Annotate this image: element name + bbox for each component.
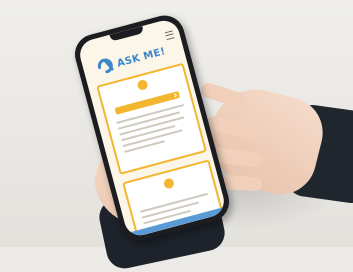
card-text-lines	[116, 103, 193, 157]
circle-icon	[162, 177, 176, 190]
circle-icon	[136, 78, 149, 92]
hamburger-menu-icon[interactable]	[164, 30, 175, 41]
logo-mark-icon	[97, 58, 114, 74]
content-card[interactable]	[96, 62, 207, 175]
logo-text: ASK ME!	[115, 46, 167, 70]
